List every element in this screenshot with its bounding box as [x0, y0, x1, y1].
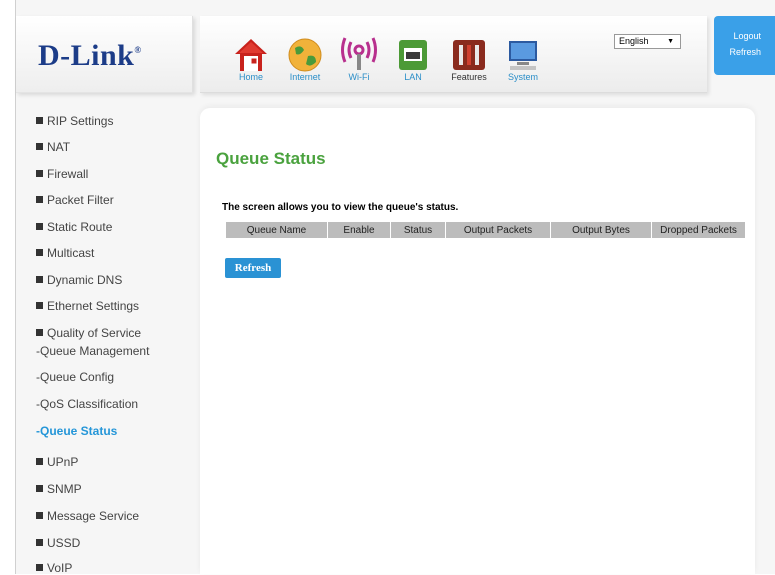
nav-wifi[interactable]: Wi-Fi — [336, 36, 382, 82]
bullet-icon — [36, 564, 43, 571]
tools-icon — [450, 36, 488, 74]
content-panel — [200, 108, 755, 574]
lan-port-icon — [394, 36, 432, 74]
dlink-logo: D-Link® — [38, 39, 142, 72]
sidebar-item-label: Dynamic DNS — [47, 273, 123, 287]
bullet-icon — [36, 196, 43, 203]
wifi-icon — [340, 36, 378, 74]
sidebar-subitem-queue-status[interactable]: -Queue Status — [36, 424, 117, 438]
sidebar-item-packet-filter[interactable]: Packet Filter — [36, 193, 114, 207]
refresh-link[interactable]: Refresh — [729, 47, 761, 57]
account-panel: Logout Refresh — [714, 16, 775, 75]
bullet-icon — [36, 329, 43, 336]
bullet-icon — [36, 458, 43, 465]
nav-home[interactable]: Home — [228, 36, 274, 82]
bullet-icon — [36, 249, 43, 256]
bullet-icon — [36, 170, 43, 177]
sidebar-item-static-route[interactable]: Static Route — [36, 220, 112, 234]
sidebar-item-label: VoIP — [47, 561, 73, 575]
sidebar-item-label: Packet Filter — [47, 193, 114, 207]
logout-link[interactable]: Logout — [733, 31, 761, 41]
bullet-icon — [36, 302, 43, 309]
sidebar-item-label: RIP Settings — [47, 114, 114, 128]
sidebar-item-label: Firewall — [47, 167, 89, 181]
sidebar-subitem-queue-management[interactable]: -Queue Management — [36, 344, 149, 358]
bullet-icon — [36, 117, 43, 124]
top-nav-bar: Home Internet Wi-Fi LAN Features System — [200, 16, 707, 93]
sidebar-item-message-service[interactable]: Message Service — [36, 509, 139, 523]
sidebar-item-firewall[interactable]: Firewall — [36, 167, 88, 181]
dropdown-arrow-icon: ▼ — [667, 38, 674, 45]
bullet-icon — [36, 143, 43, 150]
sidebar-item-nat[interactable]: NAT — [36, 140, 70, 154]
sidebar-item-quality-of-service[interactable]: Quality of Service — [36, 326, 141, 340]
column-header: Enable — [327, 222, 391, 238]
column-header: Status — [390, 222, 446, 238]
sidebar-item-dynamic-dns[interactable]: Dynamic DNS — [36, 273, 122, 287]
sidebar-item-rip-settings[interactable]: RIP Settings — [36, 114, 113, 128]
column-header: Dropped Packets — [651, 222, 745, 238]
sidebar-item-label: Quality of Service — [47, 326, 142, 340]
language-selected-value: English — [619, 36, 649, 46]
home-icon — [232, 36, 270, 74]
page-title: Queue Status — [216, 149, 326, 168]
sidebar-item-multicast[interactable]: Multicast — [36, 246, 94, 260]
sidebar-item-snmp[interactable]: SNMP — [36, 482, 82, 496]
globe-icon — [286, 36, 324, 74]
nav-system[interactable]: System — [500, 36, 546, 82]
sidebar-subitem-queue-config[interactable]: -Queue Config — [36, 370, 114, 384]
column-header: Queue Name — [226, 222, 328, 238]
sidebar-item-label: SNMP — [47, 482, 82, 496]
bullet-icon — [36, 512, 43, 519]
sidebar-item-ethernet-settings[interactable]: Ethernet Settings — [36, 299, 139, 313]
column-header: Output Bytes — [550, 222, 652, 238]
refresh-button[interactable]: Refresh — [225, 258, 281, 278]
sidebar-item-label: NAT — [47, 140, 71, 154]
sidebar-item-label: Static Route — [47, 220, 113, 234]
sidebar-item-label: Message Service — [47, 509, 140, 523]
bullet-icon — [36, 485, 43, 492]
sidebar-item-ussd[interactable]: USSD — [36, 536, 80, 550]
sidebar-subitem-qos-classification[interactable]: -QoS Classification — [36, 397, 138, 411]
page-description: The screen allows you to view the queue'… — [222, 202, 459, 213]
sidebar-item-label: Multicast — [47, 246, 95, 260]
computer-icon — [504, 36, 542, 74]
sidebar-item-label: USSD — [47, 536, 81, 550]
bullet-icon — [36, 223, 43, 230]
sidebar-item-label: Ethernet Settings — [47, 299, 140, 313]
nav-lan[interactable]: LAN — [390, 36, 436, 82]
queue-status-table: Queue Name Enable Status Output Packets … — [226, 222, 745, 238]
nav-internet[interactable]: Internet — [282, 36, 328, 82]
sidebar-item-label: UPnP — [47, 455, 79, 469]
column-header: Output Packets — [445, 222, 551, 238]
bullet-icon — [36, 276, 43, 283]
sidebar-item-voip[interactable]: VoIP — [36, 561, 72, 575]
nav-features[interactable]: Features — [446, 36, 492, 82]
sidebar-item-upnp[interactable]: UPnP — [36, 455, 78, 469]
bullet-icon — [36, 539, 43, 546]
language-select[interactable]: English ▼ — [614, 34, 681, 49]
